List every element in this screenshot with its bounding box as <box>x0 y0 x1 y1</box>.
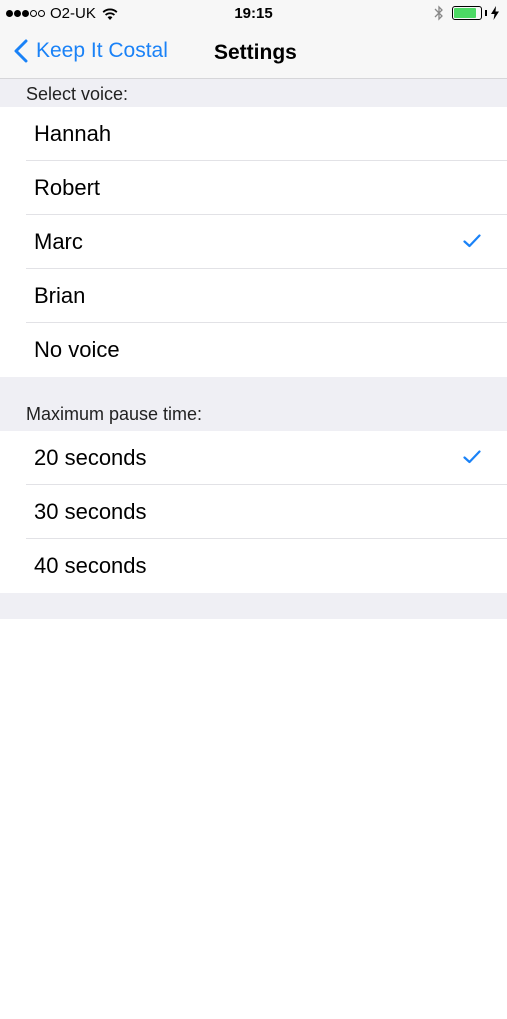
checkmark-icon <box>463 450 481 464</box>
voice-section-header: Select voice: <box>0 79 507 107</box>
voice-option[interactable]: Brian <box>0 269 507 323</box>
voice-option[interactable]: No voice <box>0 323 507 377</box>
page-title: Settings <box>214 41 297 64</box>
battery-icon <box>452 6 482 20</box>
voice-option-label: Marc <box>34 229 83 254</box>
pause-options-list: 20 seconds 30 seconds 40 seconds <box>0 431 507 593</box>
settings-content: Select voice: Hannah Robert Marc Brian No vo… <box>0 79 507 1019</box>
status-bar: O2-UK 19:15 <box>0 0 507 28</box>
battery-cap <box>485 10 487 16</box>
voice-options-list: Hannah Robert Marc Brian No voice <box>0 107 507 377</box>
pause-option-label: 30 seconds <box>34 499 147 524</box>
voice-option-label: Hannah <box>34 121 112 146</box>
pause-option-label: 20 seconds <box>34 445 147 470</box>
bluetooth-icon <box>434 5 443 21</box>
empty-area <box>0 619 507 1019</box>
voice-option-label: Brian <box>34 283 86 308</box>
pause-option[interactable]: 30 seconds <box>0 485 507 539</box>
voice-option[interactable]: Robert <box>0 161 507 215</box>
pause-section-header: Maximum pause time: <box>0 377 507 431</box>
battery-level <box>454 8 477 18</box>
back-button-label: Keep It Costal <box>36 39 168 62</box>
voice-option[interactable]: Hannah <box>0 107 507 161</box>
checkmark-icon <box>463 234 481 248</box>
pause-option[interactable]: 40 seconds <box>0 539 507 593</box>
navigation-bar: Keep It Costal Settings <box>0 28 507 79</box>
status-time: 19:15 <box>234 5 273 22</box>
pause-option-label: 40 seconds <box>34 553 147 578</box>
voice-option[interactable]: Marc <box>0 215 507 269</box>
charging-bolt-icon <box>491 6 499 20</box>
chevron-left-icon <box>14 39 28 63</box>
section-footer <box>0 593 507 619</box>
status-right <box>434 5 499 21</box>
voice-option-label: No voice <box>34 337 120 362</box>
back-button[interactable]: Keep It Costal <box>14 39 168 63</box>
pause-option[interactable]: 20 seconds <box>0 431 507 485</box>
voice-option-label: Robert <box>34 175 101 200</box>
